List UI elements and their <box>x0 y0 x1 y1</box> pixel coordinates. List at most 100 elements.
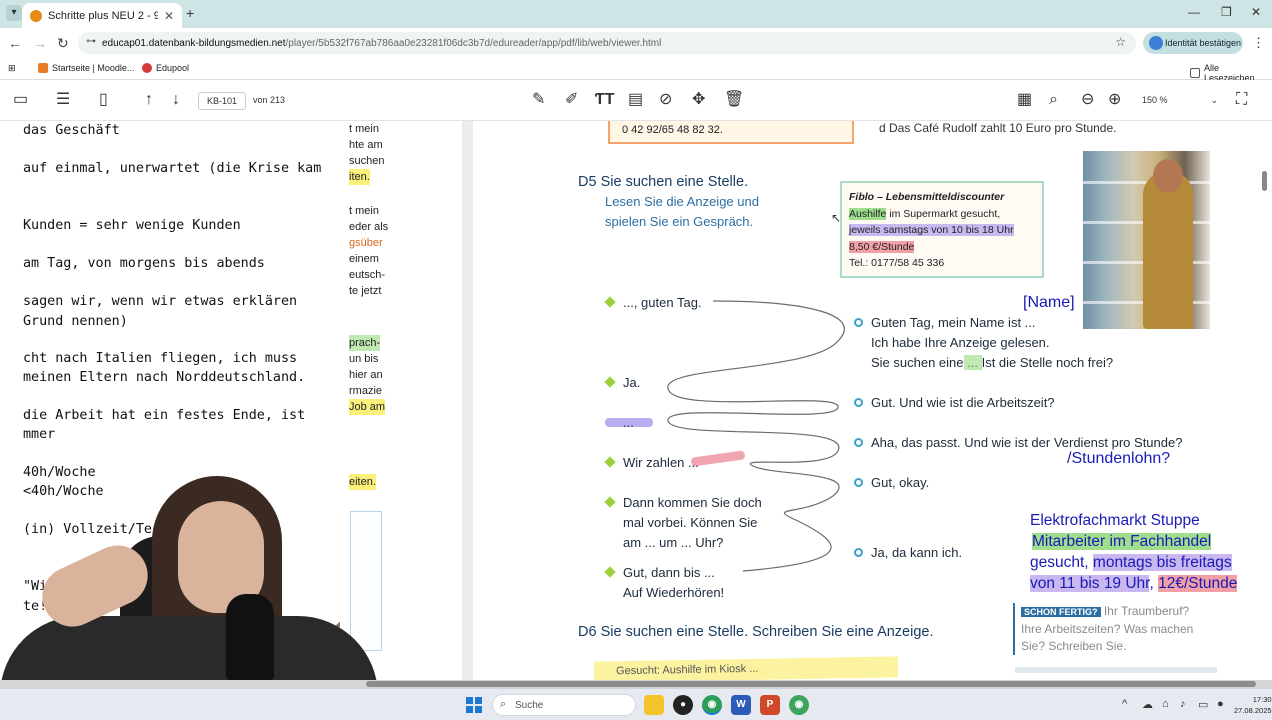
close-tab-icon[interactable]: ✕ <box>164 9 174 23</box>
moodle-icon <box>38 63 48 73</box>
annotation-ad-1: Elektrofachmarkt Stuppe <box>1030 512 1200 529</box>
mouse-cursor-icon: ↖ <box>831 211 842 225</box>
cloud-icon[interactable]: ☁ <box>1142 698 1153 711</box>
bookmark-moodle-label: Startseite | Moodle... <box>52 63 135 73</box>
horizontal-scrollbar[interactable] <box>0 680 1272 688</box>
identity-button[interactable]: Identität bestätigen <box>1143 32 1243 54</box>
right-dialogue-7: Ja, da kann ich. <box>871 545 963 560</box>
tray-chevron-icon[interactable]: ^ <box>1122 698 1127 710</box>
fragment-line: eutsch- <box>349 269 386 281</box>
taskbar-search[interactable]: ⌕ Suche <box>492 694 636 716</box>
hide-annotations-icon[interactable]: ⊘ <box>659 91 672 109</box>
move-icon[interactable]: ✥ <box>692 91 705 109</box>
d6-heading: D6 Sie suchen eine Stelle. Schreiben Sie… <box>578 624 934 640</box>
sidebar-toggle-icon[interactable]: ▭ <box>13 91 28 109</box>
network-icon[interactable]: ⌂ <box>1162 698 1169 710</box>
zoom-out-icon[interactable]: ⊖ <box>1081 91 1094 109</box>
bottom-yellow-bar: Gesucht: Aushilfe im Kiosk ... <box>593 656 899 680</box>
annotation-ad-2: Mitarbeiter im Fachhandel <box>1032 531 1212 552</box>
address-bar[interactable]: ⊶ educap01.datenbank-bildungsmedien.net /… <box>78 32 1136 54</box>
bullet-diamond <box>604 456 616 468</box>
site-info-icon[interactable]: ⊶ <box>86 36 96 47</box>
clock-time: 17:30 <box>1252 695 1272 704</box>
bottom-grey-bar <box>1015 667 1217 673</box>
note-line: meinen Eltern nach Norddeutschland. <box>23 370 306 385</box>
horizontal-scrollbar-thumb[interactable] <box>366 681 1256 687</box>
book-view-icon[interactable]: ▦ <box>1017 91 1032 109</box>
new-tab-button[interactable]: + <box>186 5 194 21</box>
ad-line-1: Aushilfe im Supermarkt gesucht, <box>849 206 1035 223</box>
text-tool-icon[interactable]: ƬT <box>595 91 615 109</box>
previous-page-icon[interactable]: ↑ <box>145 91 153 109</box>
maximize-icon[interactable]: ❐ <box>1221 5 1232 19</box>
folder-icon <box>1190 68 1200 78</box>
widget-icon[interactable]: ● <box>1217 698 1224 710</box>
d5-title: Sie suchen eine Stelle. <box>600 174 749 190</box>
ad-line-1b: im Supermarkt gesucht, <box>886 207 1001 220</box>
left-dialogue-8: Gut, dann bis ... <box>623 565 715 580</box>
note-line: am Tag, von morgens bis abends <box>23 256 265 271</box>
zoom-in-icon[interactable]: ⊕ <box>1108 91 1121 109</box>
fragment-line: hte am <box>349 139 383 151</box>
navigation-bar: ← → ↻ ⊶ educap01.datenbank-bildungsmedie… <box>0 28 1272 58</box>
highlighter-icon[interactable]: ✐ <box>565 91 578 109</box>
bookmark-moodle[interactable]: Startseite | Moodle... <box>38 63 134 73</box>
page-number-input[interactable]: KB-101 <box>198 92 246 110</box>
word-icon[interactable]: W <box>731 695 751 715</box>
note-line: die Arbeit hat ein festes Ende, ist <box>23 408 306 423</box>
comment-icon[interactable]: ▤ <box>628 91 643 109</box>
apps-grid-icon[interactable]: ⊞ <box>8 63 16 74</box>
bookmark-star-icon[interactable]: ☆ <box>1115 35 1126 49</box>
note-line: mmer <box>23 427 56 442</box>
ad-title: Fiblo – Lebensmitteldiscounter <box>849 191 1005 203</box>
annotation-ad-4c: 12€/Stunde <box>1158 575 1238 592</box>
app-icon[interactable]: ● <box>673 695 693 715</box>
document-icon[interactable]: ▯ <box>99 91 108 109</box>
battery-icon[interactable]: ▭ <box>1198 698 1208 711</box>
pen-icon[interactable]: ✎ <box>532 91 545 109</box>
url-domain: educap01.datenbank-bildungsmedien.net <box>102 37 286 49</box>
delete-icon[interactable]: 🗑 <box>724 91 744 109</box>
d5-heading: D5 Sie suchen eine Stelle. <box>578 174 748 190</box>
close-window-icon[interactable]: ✕ <box>1251 5 1261 19</box>
tab-active[interactable]: Schritte plus NEU 2 - 9783190 ✕ <box>22 3 182 28</box>
zoom-select[interactable]: 150 % ⌄ <box>1136 92 1224 110</box>
search-document-icon[interactable]: ⌕ <box>1049 91 1058 109</box>
right-dialogue-6: Gut, okay. <box>871 475 930 490</box>
page-count: von 213 <box>253 95 286 105</box>
browser-menu-icon[interactable]: ⋮ <box>1252 35 1265 51</box>
fullscreen-icon[interactable]: ⛶ <box>1236 91 1247 109</box>
bookmark-edupool[interactable]: Edupool <box>142 63 189 73</box>
tab-list-button[interactable]: ▾ <box>6 5 22 21</box>
clock-date: 27.08.2025 <box>1234 706 1272 715</box>
right-dialogue-3: Sie suchen eine ... Ist die Stelle noch … <box>871 355 1114 370</box>
chevron-down-icon: ⌄ <box>1210 95 1218 105</box>
note-line: sagen wir, wenn wir etwas erklären <box>23 294 298 309</box>
next-page-icon[interactable]: ↓ <box>172 91 180 109</box>
powerpoint-icon[interactable]: P <box>760 695 780 715</box>
file-explorer-icon[interactable] <box>644 695 664 715</box>
bullet-circle <box>854 478 863 487</box>
windows-start-icon[interactable] <box>466 697 482 713</box>
reload-icon[interactable]: ↻ <box>57 35 69 52</box>
fragment-line: te jetzt <box>349 285 382 297</box>
chrome-profile-icon[interactable]: ◉ <box>789 695 809 715</box>
outline-icon[interactable]: ☰ <box>56 91 70 109</box>
annotation-ad-4b: , <box>1149 575 1159 592</box>
right-dialogue-1: Guten Tag, mein Name ist ... <box>871 315 1036 330</box>
ad-line-4: Tel.: 0177/58 45 336 <box>849 257 945 269</box>
system-clock[interactable]: 17:30 27.08.2025 <box>1234 694 1272 716</box>
back-icon[interactable]: ← <box>8 35 22 51</box>
forward-icon[interactable]: → <box>33 35 47 51</box>
search-placeholder: Suche <box>515 699 544 711</box>
annotation-ad-4: von 11 bis 19 Uhr, 12€/Stunde <box>1030 573 1238 594</box>
minimize-icon[interactable]: — <box>1188 5 1200 19</box>
note-line: auf einmal, unerwartet (die Krise kam <box>23 161 322 176</box>
tab-bar: ▾ Schritte plus NEU 2 - 9783190 ✕ + — ❐ … <box>0 0 1272 28</box>
chrome-icon[interactable]: ◉ <box>702 695 722 715</box>
bullet-circle <box>854 318 863 327</box>
left-dialogue-5: Dann kommen Sie doch <box>623 495 762 510</box>
schon-fertig-badge: SCHON FERTIG? <box>1021 607 1101 617</box>
volume-icon[interactable]: ♪ <box>1180 698 1186 710</box>
vertical-scrollbar-thumb[interactable] <box>1262 171 1267 191</box>
